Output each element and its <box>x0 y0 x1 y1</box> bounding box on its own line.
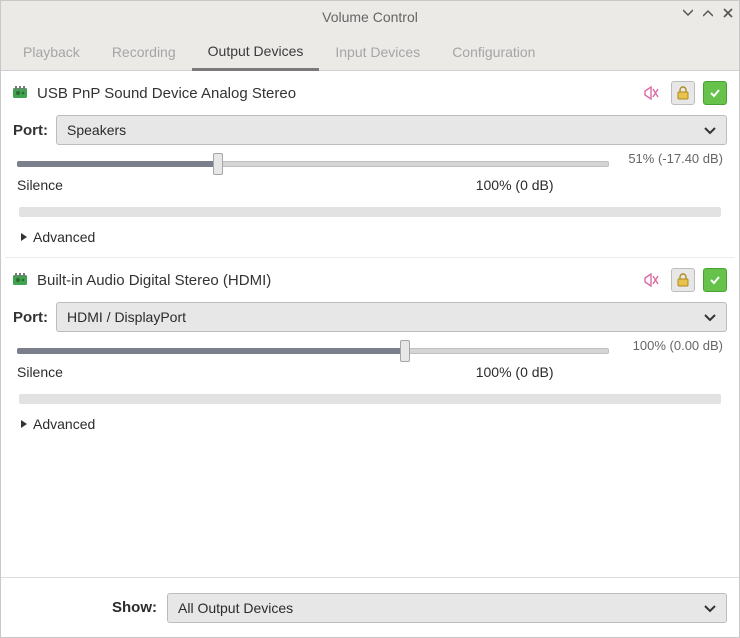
show-label: Show: <box>112 599 157 616</box>
tab-bar: Playback Recording Output Devices Input … <box>1 33 739 71</box>
footer: Show: All Output Devices <box>1 577 739 637</box>
triangle-right-icon <box>19 229 29 245</box>
sound-card-icon <box>13 86 29 100</box>
volume-readout: 51% (-17.40 dB) <box>617 151 723 166</box>
window-controls <box>683 7 733 21</box>
mark-silence: Silence <box>17 364 63 380</box>
vu-meter <box>19 207 721 217</box>
volume-row: 100% (0.00 dB) <box>17 342 723 360</box>
chevron-down-icon <box>704 600 716 616</box>
close-icon[interactable] <box>723 7 733 21</box>
vu-meter <box>19 394 721 404</box>
show-value: All Output Devices <box>178 600 293 616</box>
slider-marks: Silence 100% (0 dB) <box>17 364 723 380</box>
show-select[interactable]: All Output Devices <box>167 593 727 623</box>
device-header: USB PnP Sound Device Analog Stereo <box>13 81 727 105</box>
device-name: USB PnP Sound Device Analog Stereo <box>37 85 631 102</box>
tab-output-devices[interactable]: Output Devices <box>192 33 320 71</box>
lock-channels-button[interactable] <box>671 81 695 105</box>
device-card: USB PnP Sound Device Analog Stereo Port:… <box>1 71 739 257</box>
port-row: Port: Speakers <box>13 115 727 145</box>
chevron-down-icon <box>704 122 716 138</box>
volume-block: 100% (0.00 dB) Silence 100% (0 dB) Advan… <box>17 342 723 440</box>
tab-recording[interactable]: Recording <box>96 33 192 70</box>
slider-thumb[interactable] <box>400 340 410 362</box>
port-value: Speakers <box>67 122 126 138</box>
port-select[interactable]: Speakers <box>56 115 727 145</box>
device-card: Built-in Audio Digital Stereo (HDMI) Por… <box>1 258 739 444</box>
volume-row: 51% (-17.40 dB) <box>17 155 723 173</box>
mute-icon[interactable] <box>639 81 663 105</box>
titlebar: Volume Control <box>1 1 739 33</box>
mark-100: 100% (0 dB) <box>476 364 554 380</box>
port-label: Port: <box>13 122 48 139</box>
set-default-button[interactable] <box>703 268 727 292</box>
mark-100: 100% (0 dB) <box>476 177 554 193</box>
port-select[interactable]: HDMI / DisplayPort <box>56 302 727 332</box>
volume-block: 51% (-17.40 dB) Silence 100% (0 dB) Adva… <box>17 155 723 253</box>
advanced-toggle[interactable]: Advanced <box>17 223 723 253</box>
volume-readout: 100% (0.00 dB) <box>617 338 723 353</box>
slider-thumb[interactable] <box>213 153 223 175</box>
content-area: USB PnP Sound Device Analog Stereo Port:… <box>1 71 739 577</box>
tab-input-devices[interactable]: Input Devices <box>319 33 436 70</box>
sound-card-icon <box>13 273 29 287</box>
volume-slider[interactable] <box>17 155 609 173</box>
tab-configuration[interactable]: Configuration <box>436 33 551 70</box>
volume-slider[interactable] <box>17 342 609 360</box>
advanced-toggle[interactable]: Advanced <box>17 410 723 440</box>
chevron-down-icon <box>704 309 716 325</box>
advanced-label: Advanced <box>33 416 95 432</box>
lock-channels-button[interactable] <box>671 268 695 292</box>
tab-playback[interactable]: Playback <box>7 33 96 70</box>
maximize-icon[interactable] <box>703 7 713 21</box>
port-row: Port: HDMI / DisplayPort <box>13 302 727 332</box>
window-title: Volume Control <box>322 9 418 25</box>
advanced-label: Advanced <box>33 229 95 245</box>
mark-silence: Silence <box>17 177 63 193</box>
device-header: Built-in Audio Digital Stereo (HDMI) <box>13 268 727 292</box>
slider-marks: Silence 100% (0 dB) <box>17 177 723 193</box>
port-value: HDMI / DisplayPort <box>67 309 186 325</box>
minimize-icon[interactable] <box>683 7 693 21</box>
slider-fill <box>17 348 405 354</box>
port-label: Port: <box>13 309 48 326</box>
device-name: Built-in Audio Digital Stereo (HDMI) <box>37 272 631 289</box>
slider-fill <box>17 161 218 167</box>
mute-icon[interactable] <box>639 268 663 292</box>
triangle-right-icon <box>19 416 29 432</box>
window: Volume Control Playback Recording Output… <box>0 0 740 638</box>
set-default-button[interactable] <box>703 81 727 105</box>
